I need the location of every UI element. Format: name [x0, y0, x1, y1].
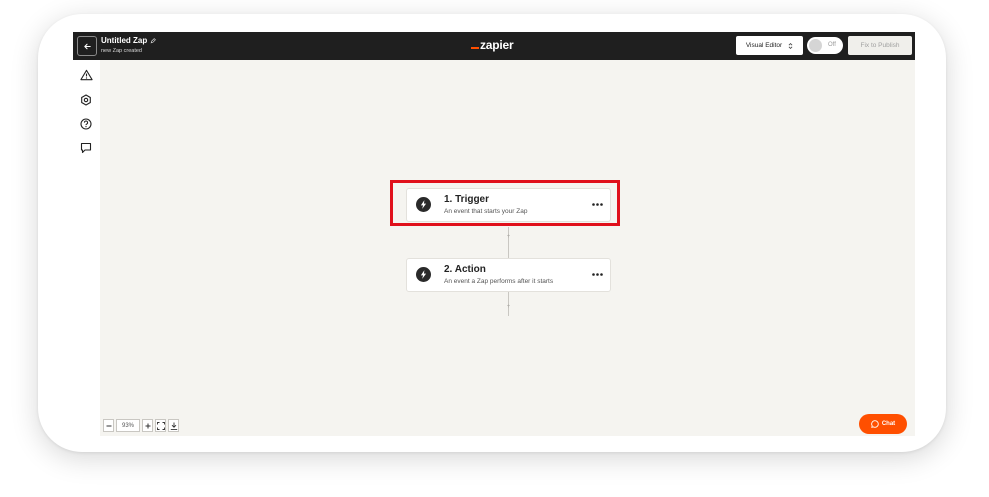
- lightning-icon: [420, 270, 427, 279]
- zap-title[interactable]: Untitled Zap: [101, 36, 157, 45]
- sidebar-item-settings[interactable]: [78, 92, 94, 108]
- help-icon: [80, 118, 92, 130]
- zoom-controls: 93%: [103, 419, 179, 432]
- sidebar-item-help[interactable]: [78, 116, 94, 132]
- chat-button[interactable]: Chat: [859, 414, 907, 434]
- trigger-highlight-box: [390, 180, 620, 226]
- logo-mark: [471, 47, 479, 49]
- action-step-icon: [416, 267, 431, 282]
- fit-view-icon: [156, 421, 165, 430]
- toggle-knob: [809, 39, 822, 52]
- comment-icon: [80, 142, 92, 154]
- download-icon: [170, 422, 177, 430]
- add-step-button[interactable]: +: [505, 234, 512, 240]
- step-card-action[interactable]: 2. Action An event a Zap performs after …: [406, 258, 611, 292]
- zapier-logo: zapier: [471, 38, 514, 52]
- zap-editor-screen: Untitled Zap new Zap created zapier Visu…: [73, 32, 915, 436]
- zoom-out-button[interactable]: [103, 419, 114, 432]
- logo-text: zapier: [480, 38, 514, 52]
- left-sidebar: [73, 60, 100, 436]
- chat-bubble-icon: [870, 420, 879, 428]
- add-step-button[interactable]: +: [505, 304, 512, 310]
- plus-icon: [145, 423, 150, 428]
- editor-select[interactable]: Visual Editor: [736, 36, 803, 55]
- chevron-updown-icon: [788, 42, 793, 49]
- top-bar: Untitled Zap new Zap created zapier Visu…: [73, 32, 915, 60]
- fit-to-view-button[interactable]: [155, 419, 166, 432]
- sidebar-item-comments[interactable]: [78, 140, 94, 156]
- step-menu-button[interactable]: [590, 268, 604, 280]
- back-button[interactable]: [77, 36, 97, 56]
- step-description: An event a Zap performs after it starts: [444, 278, 554, 285]
- settings-icon: [81, 94, 91, 106]
- warning-icon: [79, 69, 93, 81]
- zap-subtitle: new Zap created: [101, 48, 142, 54]
- zap-title-text: Untitled Zap: [101, 36, 148, 45]
- publish-button[interactable]: Fix to Publish: [848, 36, 912, 55]
- connector-line: [508, 227, 509, 258]
- step-title: 2. Action: [444, 264, 486, 275]
- zap-on-off-toggle[interactable]: Off: [807, 37, 843, 54]
- minus-icon: [106, 425, 111, 426]
- toggle-label: Off: [828, 42, 836, 48]
- more-horizontal-icon: [591, 272, 603, 276]
- pencil-icon[interactable]: [150, 37, 157, 44]
- chat-label: Chat: [881, 421, 896, 427]
- download-button[interactable]: [168, 419, 179, 432]
- sidebar-item-warnings[interactable]: [78, 67, 94, 83]
- arrow-left-icon: [83, 43, 91, 49]
- zoom-in-button[interactable]: [142, 419, 153, 432]
- editor-select-value: Visual Editor: [745, 42, 783, 49]
- zoom-level: 93%: [116, 419, 140, 432]
